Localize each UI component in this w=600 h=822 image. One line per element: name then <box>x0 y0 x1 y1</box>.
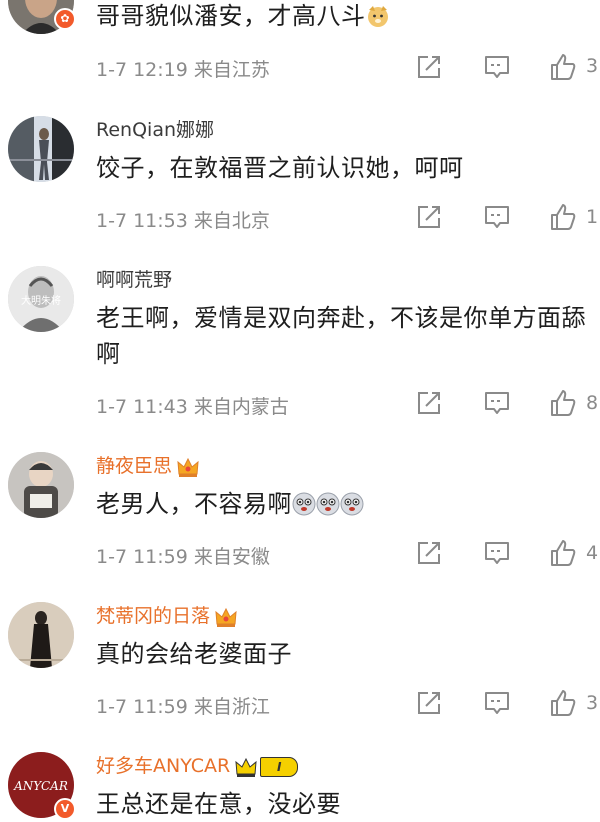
comment-location: 来自浙江 <box>193 696 270 718</box>
comment-meta: 1-7 11:53 来自北京 <box>96 206 270 233</box>
comment-item: 梵蒂冈的日落 真的会给老婆面子 1-7 11:59 来自浙江 3 <box>0 586 600 736</box>
thumbs-up-icon <box>551 690 576 716</box>
comment-button[interactable] <box>482 538 512 568</box>
comment-item: 静夜臣思 老男人，不容易啊 1-7 11:59 来自安徽 4 <box>0 436 600 586</box>
doge-emoji-icon <box>367 6 388 27</box>
comment-time: 1-7 11:59 <box>96 546 188 568</box>
thumbs-up-icon <box>551 204 576 230</box>
comment-button[interactable] <box>482 52 512 82</box>
share-button[interactable] <box>414 52 444 82</box>
share-button[interactable] <box>414 688 444 718</box>
like-button[interactable] <box>548 52 578 82</box>
avatar-image <box>8 116 74 182</box>
thumbs-up-icon <box>551 390 576 416</box>
comment-icon <box>485 542 509 564</box>
crown-icon <box>215 607 237 627</box>
crying-emoji-icon <box>292 492 316 516</box>
comment-item: ANYCAR V 好多车ANYCAR I 王总还是在意，没必要 <box>0 736 600 820</box>
share-button[interactable] <box>414 538 444 568</box>
share-icon <box>418 206 440 228</box>
thumbs-up-icon <box>551 540 576 566</box>
comment-text: 王总还是在意，没必要 <box>96 790 341 818</box>
avatar-image <box>8 452 74 518</box>
share-icon <box>418 56 440 78</box>
comment-location: 来自江苏 <box>193 59 270 81</box>
comment-time: 1-7 12:19 <box>96 59 188 81</box>
comment-meta: 1-7 12:19 来自江苏 <box>96 55 270 82</box>
like-count: 3 <box>586 55 599 77</box>
username[interactable]: 啊啊荒野 <box>96 268 172 292</box>
verified-badge-icon: ✿ <box>54 8 76 30</box>
share-button[interactable] <box>414 202 444 232</box>
comment-meta: 1-7 11:43 来自内蒙古 <box>96 392 289 419</box>
crown-icon <box>177 457 199 477</box>
comment-item: ✿ 哥哥貌似潘安，才高八斗 1-7 12:19 来自江苏 3 <box>0 0 600 90</box>
comment-icon <box>485 206 509 228</box>
username[interactable]: 梵蒂冈的日落 <box>96 604 238 628</box>
avatar-text: ANYCAR <box>13 779 68 793</box>
username[interactable]: 好多车ANYCAR I <box>96 754 299 778</box>
share-icon <box>418 542 440 564</box>
username[interactable]: 静夜臣思 <box>96 454 200 478</box>
comment-button[interactable] <box>482 202 512 232</box>
like-button[interactable] <box>548 688 578 718</box>
avatar-text: 大明朱将 <box>21 294 61 307</box>
share-icon <box>418 392 440 414</box>
avatar[interactable] <box>8 116 74 182</box>
avatar[interactable]: 大明朱将 <box>8 266 74 332</box>
comment-text: 饺子，在敦福晋之前认识她，呵呵 <box>96 154 464 182</box>
avatar-image <box>8 602 74 668</box>
crying-emoji-icon <box>316 492 340 516</box>
avatar-image: 大明朱将 <box>8 266 74 332</box>
comment-item: RenQian娜娜 饺子，在敦福晋之前认识她，呵呵 1-7 11:53 来自北京 … <box>0 100 600 250</box>
share-icon <box>418 692 440 714</box>
comment-meta: 1-7 11:59 来自安徽 <box>96 542 270 569</box>
like-count: 8 <box>586 392 599 414</box>
comment-icon <box>485 392 509 414</box>
verified-badge-icon: V <box>54 798 76 820</box>
like-count: 3 <box>586 692 599 714</box>
comment-text: 哥哥貌似潘安，才高八斗 <box>96 0 594 34</box>
crown-icon <box>235 757 257 777</box>
thumbs-up-icon <box>551 54 576 80</box>
like-button[interactable] <box>548 538 578 568</box>
comment-location: 来自内蒙古 <box>193 396 289 418</box>
username[interactable]: RenQian娜娜 <box>96 118 214 142</box>
like-count: 4 <box>586 542 599 564</box>
comment-time: 1-7 11:59 <box>96 696 188 718</box>
avatar[interactable] <box>8 452 74 518</box>
like-button[interactable] <box>548 388 578 418</box>
comment-time: 1-7 11:43 <box>96 396 188 418</box>
comment-location: 来自北京 <box>193 210 270 232</box>
level-badge: I <box>260 756 299 777</box>
comment-text: 老男人，不容易啊 <box>96 486 594 522</box>
comment-text: 老王啊，爱情是双向奔赴，不该是你单方面舔啊 <box>96 304 586 368</box>
comment-icon <box>485 692 509 714</box>
crying-emoji-icon <box>340 492 364 516</box>
comment-icon <box>485 56 509 78</box>
comment-text: 真的会给老婆面子 <box>96 640 292 668</box>
avatar[interactable] <box>8 602 74 668</box>
comment-meta: 1-7 11:59 来自浙江 <box>96 692 270 719</box>
share-button[interactable] <box>414 388 444 418</box>
like-count: 1 <box>586 206 599 228</box>
comment-location: 来自安徽 <box>193 546 270 568</box>
comment-button[interactable] <box>482 388 512 418</box>
comment-time: 1-7 11:53 <box>96 210 188 232</box>
comment-button[interactable] <box>482 688 512 718</box>
like-button[interactable] <box>548 202 578 232</box>
comment-item: 大明朱将 啊啊荒野 老王啊，爱情是双向奔赴，不该是你单方面舔啊 1-7 11:4… <box>0 250 600 436</box>
